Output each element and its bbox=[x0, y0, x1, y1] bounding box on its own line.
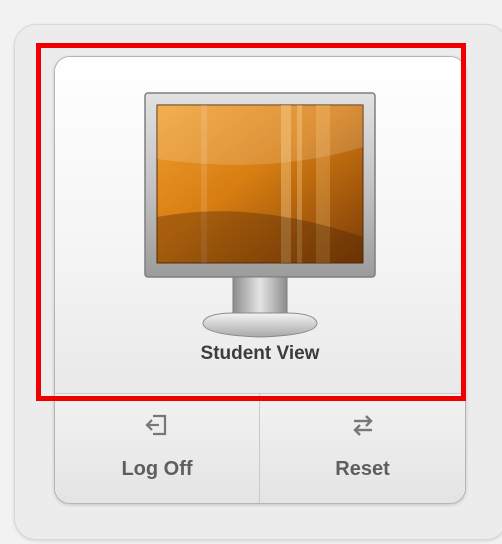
student-view-tile: Student View Log Off Reset bbox=[54, 56, 466, 504]
swap-arrows-icon bbox=[352, 415, 373, 436]
reset-button[interactable]: Reset bbox=[260, 394, 465, 503]
student-view-label: Student View bbox=[200, 343, 320, 364]
reset-label: Reset bbox=[335, 458, 390, 480]
log-off-label: Log Off bbox=[121, 458, 193, 480]
student-view-button[interactable]: Student View bbox=[55, 57, 465, 394]
log-off-icon bbox=[145, 414, 167, 436]
log-off-button[interactable]: Log Off bbox=[55, 394, 260, 503]
monitor-icon bbox=[144, 92, 376, 338]
